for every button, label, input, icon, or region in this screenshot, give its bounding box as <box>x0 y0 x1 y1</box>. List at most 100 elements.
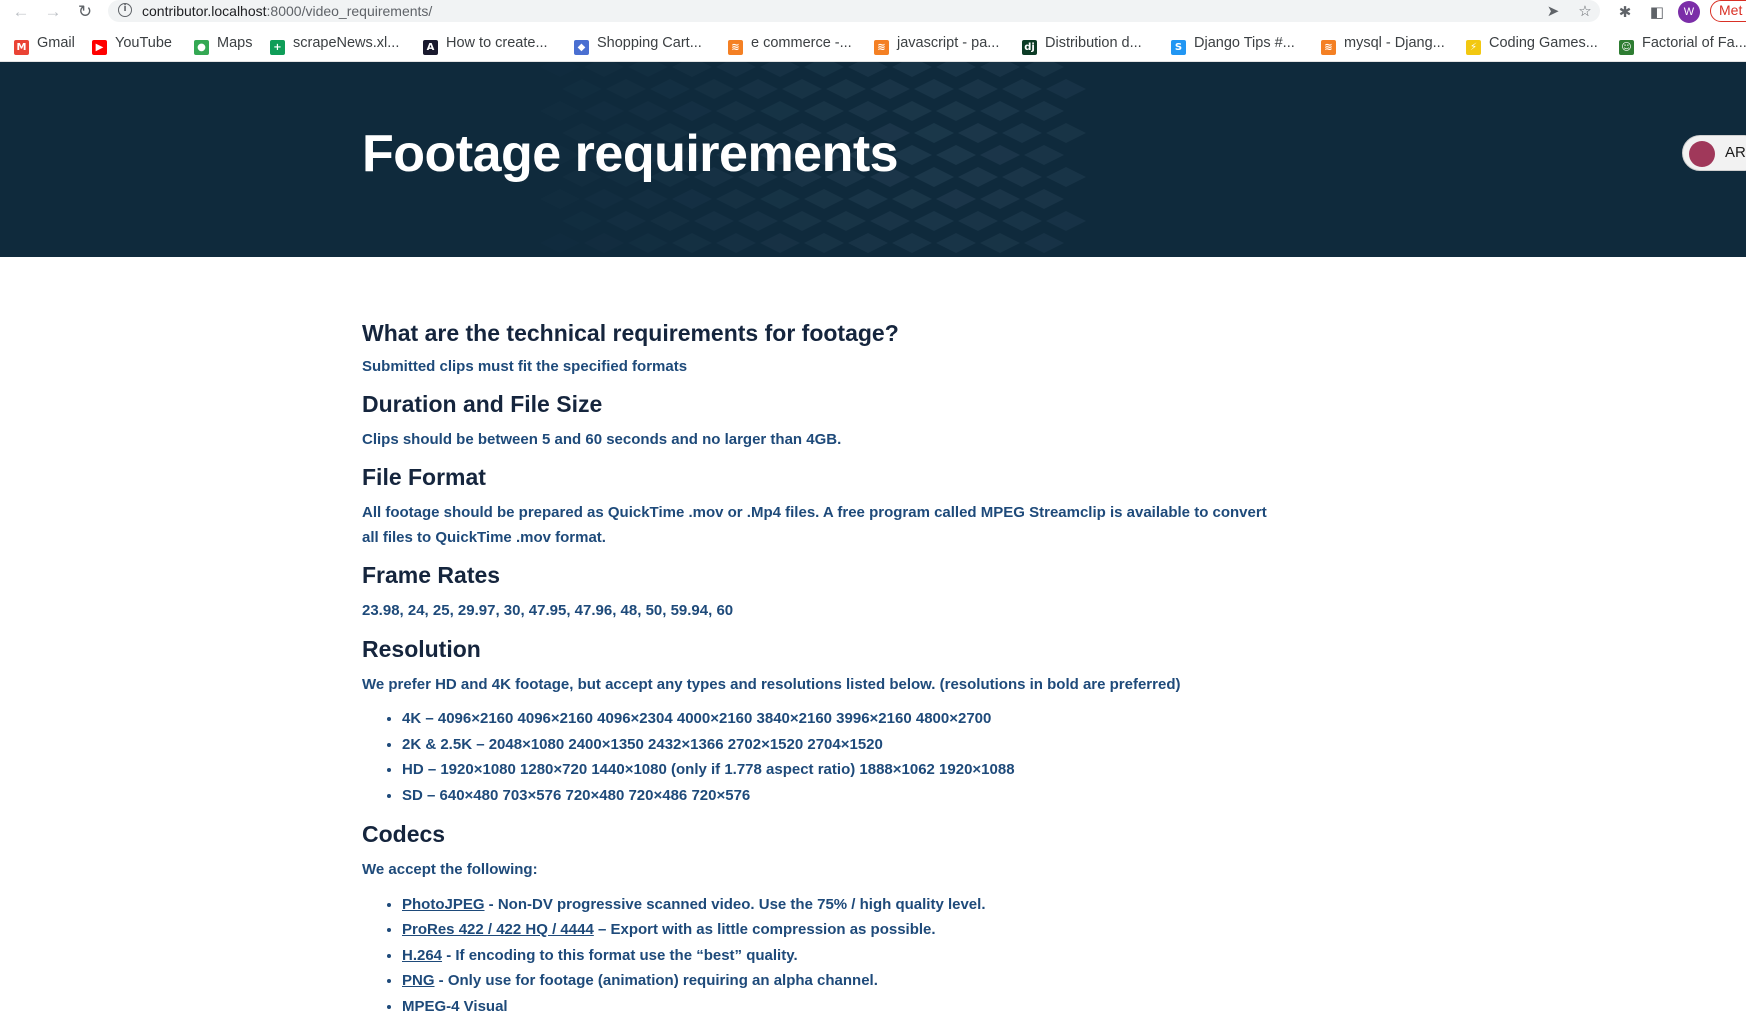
pattern-diamond <box>848 189 888 209</box>
list-item: SD – 640×480 703×576 720×480 720×486 720… <box>402 783 1282 809</box>
bookmark-item[interactable]: A How to create... <box>423 33 548 55</box>
resolution-text: We prefer HD and 4K footage, but accept … <box>362 675 1181 693</box>
pattern-diamond <box>826 211 866 231</box>
bookmark-item[interactable]: ☺ Factorial of Fa... <box>1619 33 1746 55</box>
technical-requirements-text: Submitted clips must fit the specified f… <box>362 358 688 375</box>
pattern-diamond <box>562 211 602 231</box>
address-bar[interactable]: i contributor.localhost:8000/video_requi… <box>108 0 1600 22</box>
send-tab-icon[interactable]: ➤ <box>1542 0 1564 22</box>
pattern-diamond <box>650 211 690 231</box>
h264-link[interactable]: H.264 <box>402 947 442 964</box>
photojpeg-link[interactable]: PhotoJPEG <box>402 896 485 913</box>
png-link[interactable]: PNG <box>402 972 435 989</box>
pattern-diamond <box>1002 123 1042 143</box>
pattern-diamond <box>804 189 844 209</box>
s-icon: S <box>1171 40 1186 55</box>
page-title: Footage requirements <box>362 125 899 183</box>
pattern-diamond <box>672 189 712 209</box>
factorial-icon: ☺ <box>1619 40 1634 55</box>
pattern-diamond <box>672 101 712 121</box>
codecs-heading: Codecs <box>362 821 446 847</box>
bookmark-label: Factorial of Fa... <box>1642 35 1746 51</box>
pattern-diamond <box>958 123 998 143</box>
bookmark-item[interactable]: dj Distribution d... <box>1022 33 1142 55</box>
reload-icon[interactable]: ↻ <box>74 1 96 23</box>
side-panel-icon[interactable]: ◧ <box>1646 1 1668 23</box>
language-toggle[interactable]: AR <box>1682 135 1746 171</box>
pattern-diamond <box>760 189 800 209</box>
bookmark-item[interactable]: ◆ Shopping Cart... <box>574 33 702 55</box>
pattern-diamond <box>958 211 998 231</box>
pattern-diamond <box>716 62 756 77</box>
bookmark-item[interactable]: ≋ mysql - Djang... <box>1321 33 1445 55</box>
bookmark-item[interactable]: ● Maps <box>194 33 253 55</box>
pattern-diamond <box>694 211 734 231</box>
codecs-text: We accept the following: <box>362 861 538 878</box>
pattern-diamond <box>848 101 888 121</box>
pattern-diamond <box>1002 167 1042 187</box>
bookmark-star-icon[interactable]: ☆ <box>1574 0 1596 22</box>
pattern-diamond <box>892 62 932 77</box>
pattern-diamond <box>980 101 1020 121</box>
pattern-diamond <box>936 62 976 77</box>
pattern-diamond <box>1046 123 1086 143</box>
pattern-diamond <box>716 233 756 253</box>
pattern-diamond <box>738 79 778 99</box>
codecs-list: PhotoJPEG - Non-DV progressive scanned v… <box>362 892 1282 1020</box>
bookmark-item[interactable]: ≋ e commerce -... <box>728 33 852 55</box>
site-a-icon: A <box>423 40 438 55</box>
bookmark-item[interactable]: S Django Tips #... <box>1171 33 1295 55</box>
pattern-diamond <box>892 101 932 121</box>
coding-games-icon: ⚡ <box>1466 40 1481 55</box>
stackoverflow-icon: ≋ <box>1321 40 1336 55</box>
pattern-diamond <box>628 189 668 209</box>
update-button[interactable]: Met <box>1710 0 1746 22</box>
extensions-puzzle-icon[interactable]: ✱ <box>1614 1 1636 23</box>
bookmark-label: YouTube <box>115 35 172 51</box>
site-info-icon[interactable]: i <box>118 3 132 17</box>
pattern-diamond <box>716 101 756 121</box>
pattern-diamond <box>650 79 690 99</box>
bookmark-item[interactable]: ≋ javascript - pa... <box>874 33 999 55</box>
prores-link[interactable]: ProRes 422 / 422 HQ / 4444 <box>402 921 594 938</box>
bookmark-label: e commerce -... <box>751 35 852 51</box>
forward-arrow-icon[interactable]: → <box>42 1 64 23</box>
bookmark-label: How to create... <box>446 35 548 51</box>
bookmark-item[interactable]: ▶ YouTube <box>92 33 172 55</box>
pattern-diamond <box>936 233 976 253</box>
pattern-diamond <box>672 62 712 77</box>
pattern-diamond <box>760 233 800 253</box>
django-icon: dj <box>1022 40 1037 55</box>
bookmark-label: Shopping Cart... <box>597 35 702 51</box>
pattern-diamond <box>826 79 866 99</box>
resolution-heading: Resolution <box>362 635 481 662</box>
pattern-diamond <box>628 101 668 121</box>
pattern-diamond <box>804 233 844 253</box>
profile-avatar[interactable]: W <box>1678 1 1700 23</box>
pattern-diamond <box>1046 211 1086 231</box>
pattern-diamond <box>716 189 756 209</box>
back-arrow-icon[interactable]: ← <box>10 1 32 23</box>
bookmark-item[interactable]: ⚡ Coding Games... <box>1466 33 1598 55</box>
pattern-diamond <box>738 211 778 231</box>
frame-rates-heading: Frame Rates <box>362 562 501 588</box>
codec-item-png: PNG - Only use for footage (animation) r… <box>402 968 1282 994</box>
pattern-diamond <box>1046 79 1086 99</box>
codec-description: - Non-DV progressive scanned video. Use … <box>484 895 986 913</box>
duration-text: Clips should be between 5 and 60 seconds… <box>362 430 842 448</box>
url-host: contributor.localhost <box>142 3 267 19</box>
duration-heading: Duration and File Size <box>362 390 603 417</box>
code-icon: ◆ <box>574 40 589 55</box>
pattern-diamond <box>914 167 954 187</box>
pattern-diamond <box>672 233 712 253</box>
pattern-diamond <box>870 211 910 231</box>
bookmark-label: Coding Games... <box>1489 35 1598 51</box>
bookmark-label: Maps <box>217 35 253 51</box>
bookmark-item[interactable]: M Gmail <box>14 33 75 55</box>
language-toggle-label: AR <box>1725 144 1746 161</box>
pattern-diamond <box>540 233 580 253</box>
pattern-diamond <box>628 62 668 77</box>
frame-rates-text: 23.98, 24, 25, 29.97, 30, 47.95, 47.96, … <box>362 602 734 619</box>
pattern-diamond <box>958 79 998 99</box>
bookmark-item[interactable]: + scrapeNews.xl... <box>270 33 399 55</box>
